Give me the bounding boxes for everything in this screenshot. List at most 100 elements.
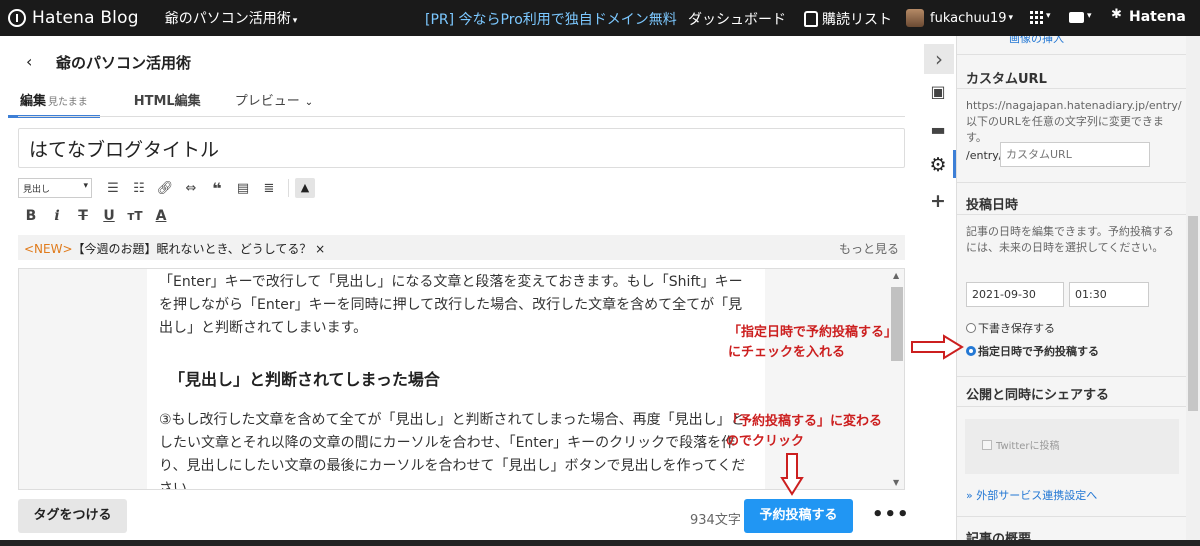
post-title-input[interactable]: はてなブログタイトル bbox=[18, 128, 905, 168]
news-bar: <NEW>【今週のお題】眠れないとき、どうしてる？ × もっと見る bbox=[18, 235, 905, 260]
link-icon[interactable]: 🔗︎ bbox=[152, 181, 178, 196]
content-editor[interactable]: 「Enter」キーで改行して「見出し」になる文章と段落を変えておきます。もし「S… bbox=[18, 268, 905, 490]
editor-margin-left bbox=[19, 269, 147, 489]
chevron-down-icon: ▾ bbox=[1087, 11, 1092, 21]
external-services-link[interactable]: » 外部サービス連携設定へ bbox=[966, 487, 1097, 503]
blog-switcher[interactable]: 爺のパソコン活用術 ▾ bbox=[165, 8, 298, 28]
tab-preview[interactable]: プレビュー ⌄ bbox=[235, 90, 313, 118]
schedule-post-button[interactable]: 予約投稿する bbox=[744, 499, 853, 533]
chevron-down-icon: ▾ bbox=[292, 16, 298, 26]
radio-button-selected[interactable] bbox=[966, 346, 976, 356]
add-tag-button[interactable]: タグをつける bbox=[18, 499, 127, 533]
settings-panel: 画像の挿入 カスタムURL https://nagajapan.hatenadi… bbox=[956, 36, 1186, 546]
bullet-list-icon[interactable]: ☰ bbox=[100, 181, 126, 196]
italic-icon[interactable]: i bbox=[44, 208, 70, 224]
underline-icon[interactable]: U bbox=[96, 208, 122, 224]
new-badge: <NEW> bbox=[24, 242, 73, 256]
checkbox[interactable] bbox=[982, 439, 992, 450]
annotation-click-post: 「予約投稿する」に変わる のでクリック bbox=[726, 412, 882, 452]
logo-text: Hatena Blog bbox=[32, 8, 139, 28]
pro-promo-link[interactable]: [PR] 今ならPro利用で独自ドメイン無料 bbox=[425, 9, 677, 29]
reading-list-link[interactable]: 購読リスト bbox=[804, 9, 892, 29]
radio-save-draft[interactable]: 下書き保存する bbox=[966, 320, 1055, 336]
see-more-link[interactable]: もっと見る bbox=[839, 240, 899, 257]
horizontal-rule-icon[interactable]: ⇔ bbox=[178, 181, 204, 196]
hatena-blog-logo[interactable]: Hatena Blog bbox=[8, 8, 139, 28]
image-icon[interactable]: ▣ bbox=[928, 82, 948, 102]
panel-scrollbar[interactable] bbox=[1186, 36, 1200, 546]
divider bbox=[957, 214, 1186, 215]
notification-bubble-icon[interactable] bbox=[1069, 12, 1084, 23]
radio-label: 下書き保存する bbox=[978, 322, 1055, 335]
post-date-description: 記事の日時を編集できます。予約投稿するには、未来の日時を選択してください。 bbox=[966, 225, 1174, 254]
blog-name: 爺のパソコン活用術 bbox=[164, 11, 291, 27]
share-heading: 公開と同時にシェアする bbox=[966, 388, 1110, 403]
tab-label: プレビュー bbox=[234, 94, 300, 109]
back-arrow-icon[interactable]: ‹ bbox=[26, 52, 32, 71]
divider bbox=[957, 88, 1186, 89]
character-count: 934文字 bbox=[690, 513, 741, 528]
collapse-toolbar-icon[interactable]: ▲ bbox=[295, 178, 315, 198]
quote-icon[interactable]: ❝ bbox=[204, 179, 230, 198]
annotation-arrow-right-icon bbox=[911, 334, 964, 360]
format-toolbar-row-1: 見出し ☰ ☷ 🔗︎ ⇔ ❝ ▤ ≣ ▲ bbox=[18, 177, 315, 199]
radio-button[interactable] bbox=[966, 323, 976, 333]
tab-label: HTML編集 bbox=[133, 94, 201, 109]
radio-scheduled-post[interactable]: 指定日時で予約投稿する bbox=[966, 343, 1099, 359]
reading-list-icon bbox=[804, 11, 818, 27]
news-topic-link[interactable]: 【今週のお題】眠れないとき、どうしてる？ × bbox=[73, 242, 326, 256]
editor-scrollbar[interactable]: ▲ ▼ bbox=[889, 269, 904, 489]
plus-icon[interactable]: + bbox=[928, 190, 948, 212]
folder-icon[interactable]: ▬ bbox=[928, 120, 948, 140]
tab-sublabel: 見たまま bbox=[48, 97, 88, 108]
divider bbox=[957, 182, 1186, 183]
annotation-line: のでクリック bbox=[726, 434, 805, 449]
heading-select[interactable]: 見出し bbox=[18, 178, 92, 198]
annotation-arrow-down-icon bbox=[780, 453, 804, 496]
hatena-blog-logo-icon bbox=[8, 9, 26, 27]
more-options-icon[interactable]: ••• bbox=[872, 504, 910, 525]
dashboard-link[interactable]: ダッシュボード bbox=[688, 9, 786, 29]
date-input[interactable]: 2021-09-30 bbox=[966, 282, 1064, 307]
page-title: 爺のパソコン活用術 bbox=[56, 54, 192, 72]
strikethrough-icon[interactable]: T bbox=[70, 208, 96, 224]
scroll-thumb[interactable] bbox=[1188, 216, 1198, 411]
custom-url-input[interactable] bbox=[1000, 142, 1150, 167]
more-format-icon[interactable]: ≣ bbox=[256, 181, 282, 196]
scroll-down-icon: ▼ bbox=[893, 478, 900, 487]
paragraph[interactable]: 「Enter」キーで改行して「見出し」になる文章と段落を変えておきます。もし「S… bbox=[159, 271, 754, 340]
annotation-line: にチェックを入れる bbox=[728, 345, 846, 360]
format-toolbar-row-2: B i T U тT A bbox=[18, 205, 174, 227]
divider bbox=[957, 516, 1186, 517]
twitter-checkbox[interactable]: Twitterに投稿 bbox=[982, 437, 1060, 452]
annotation-check-scheduled: 「指定日時で予約投稿する」 にチェックを入れる bbox=[728, 323, 897, 363]
custom-url-heading: カスタムURL bbox=[966, 72, 1047, 87]
top-navigation-bar: Hatena Blog 爺のパソコン活用術 ▾ [PR] 今ならPro利用で独自ド… bbox=[0, 0, 1200, 36]
tab-html[interactable]: HTML編集 bbox=[134, 90, 201, 118]
hatena-dots-icon bbox=[1111, 7, 1124, 23]
time-input[interactable]: 01:30 bbox=[1069, 282, 1149, 307]
scroll-up-icon: ▲ bbox=[893, 271, 900, 280]
collapse-panel-icon[interactable]: › bbox=[924, 44, 954, 74]
editor-mode-tabs: 編集 見たまま HTML編集 プレビュー ⌄ bbox=[8, 90, 347, 118]
bold-icon[interactable]: B bbox=[18, 208, 44, 224]
font-size-icon[interactable]: тT bbox=[122, 209, 148, 223]
username: fukachuu19 bbox=[930, 10, 1007, 26]
hatena-label: Hatena bbox=[1129, 9, 1186, 25]
gear-icon[interactable]: ⚙ bbox=[928, 154, 948, 176]
section-heading[interactable]: 「見出し」と判断されてしまった場合 bbox=[169, 366, 440, 390]
insert-image-link[interactable]: 画像の挿入 bbox=[1009, 36, 1064, 46]
tab-wysiwyg[interactable]: 編集 見たまま bbox=[8, 90, 100, 118]
divider bbox=[957, 406, 1186, 407]
post-date-heading: 投稿日時 bbox=[966, 198, 1019, 213]
user-menu[interactable]: fukachuu19 ▾ bbox=[906, 9, 1013, 27]
table-icon[interactable]: ▤ bbox=[230, 181, 256, 196]
paragraph[interactable]: ③もし改行した文章を含めて全てが「見出し」と判断されてしまった場合、再度「見出し… bbox=[159, 409, 754, 489]
radio-label: 指定日時で予約投稿する bbox=[978, 345, 1099, 358]
custom-url-description: https://nagajapan.hatenadiary.jp/entry/以… bbox=[966, 99, 1182, 144]
apps-grid-icon[interactable] bbox=[1030, 11, 1043, 24]
hatena-menu[interactable]: Hatena bbox=[1111, 7, 1186, 25]
text-color-icon[interactable]: A bbox=[148, 208, 174, 224]
annotation-line: 「予約投稿する」に変わる bbox=[726, 414, 883, 429]
numbered-list-icon[interactable]: ☷ bbox=[126, 181, 152, 196]
